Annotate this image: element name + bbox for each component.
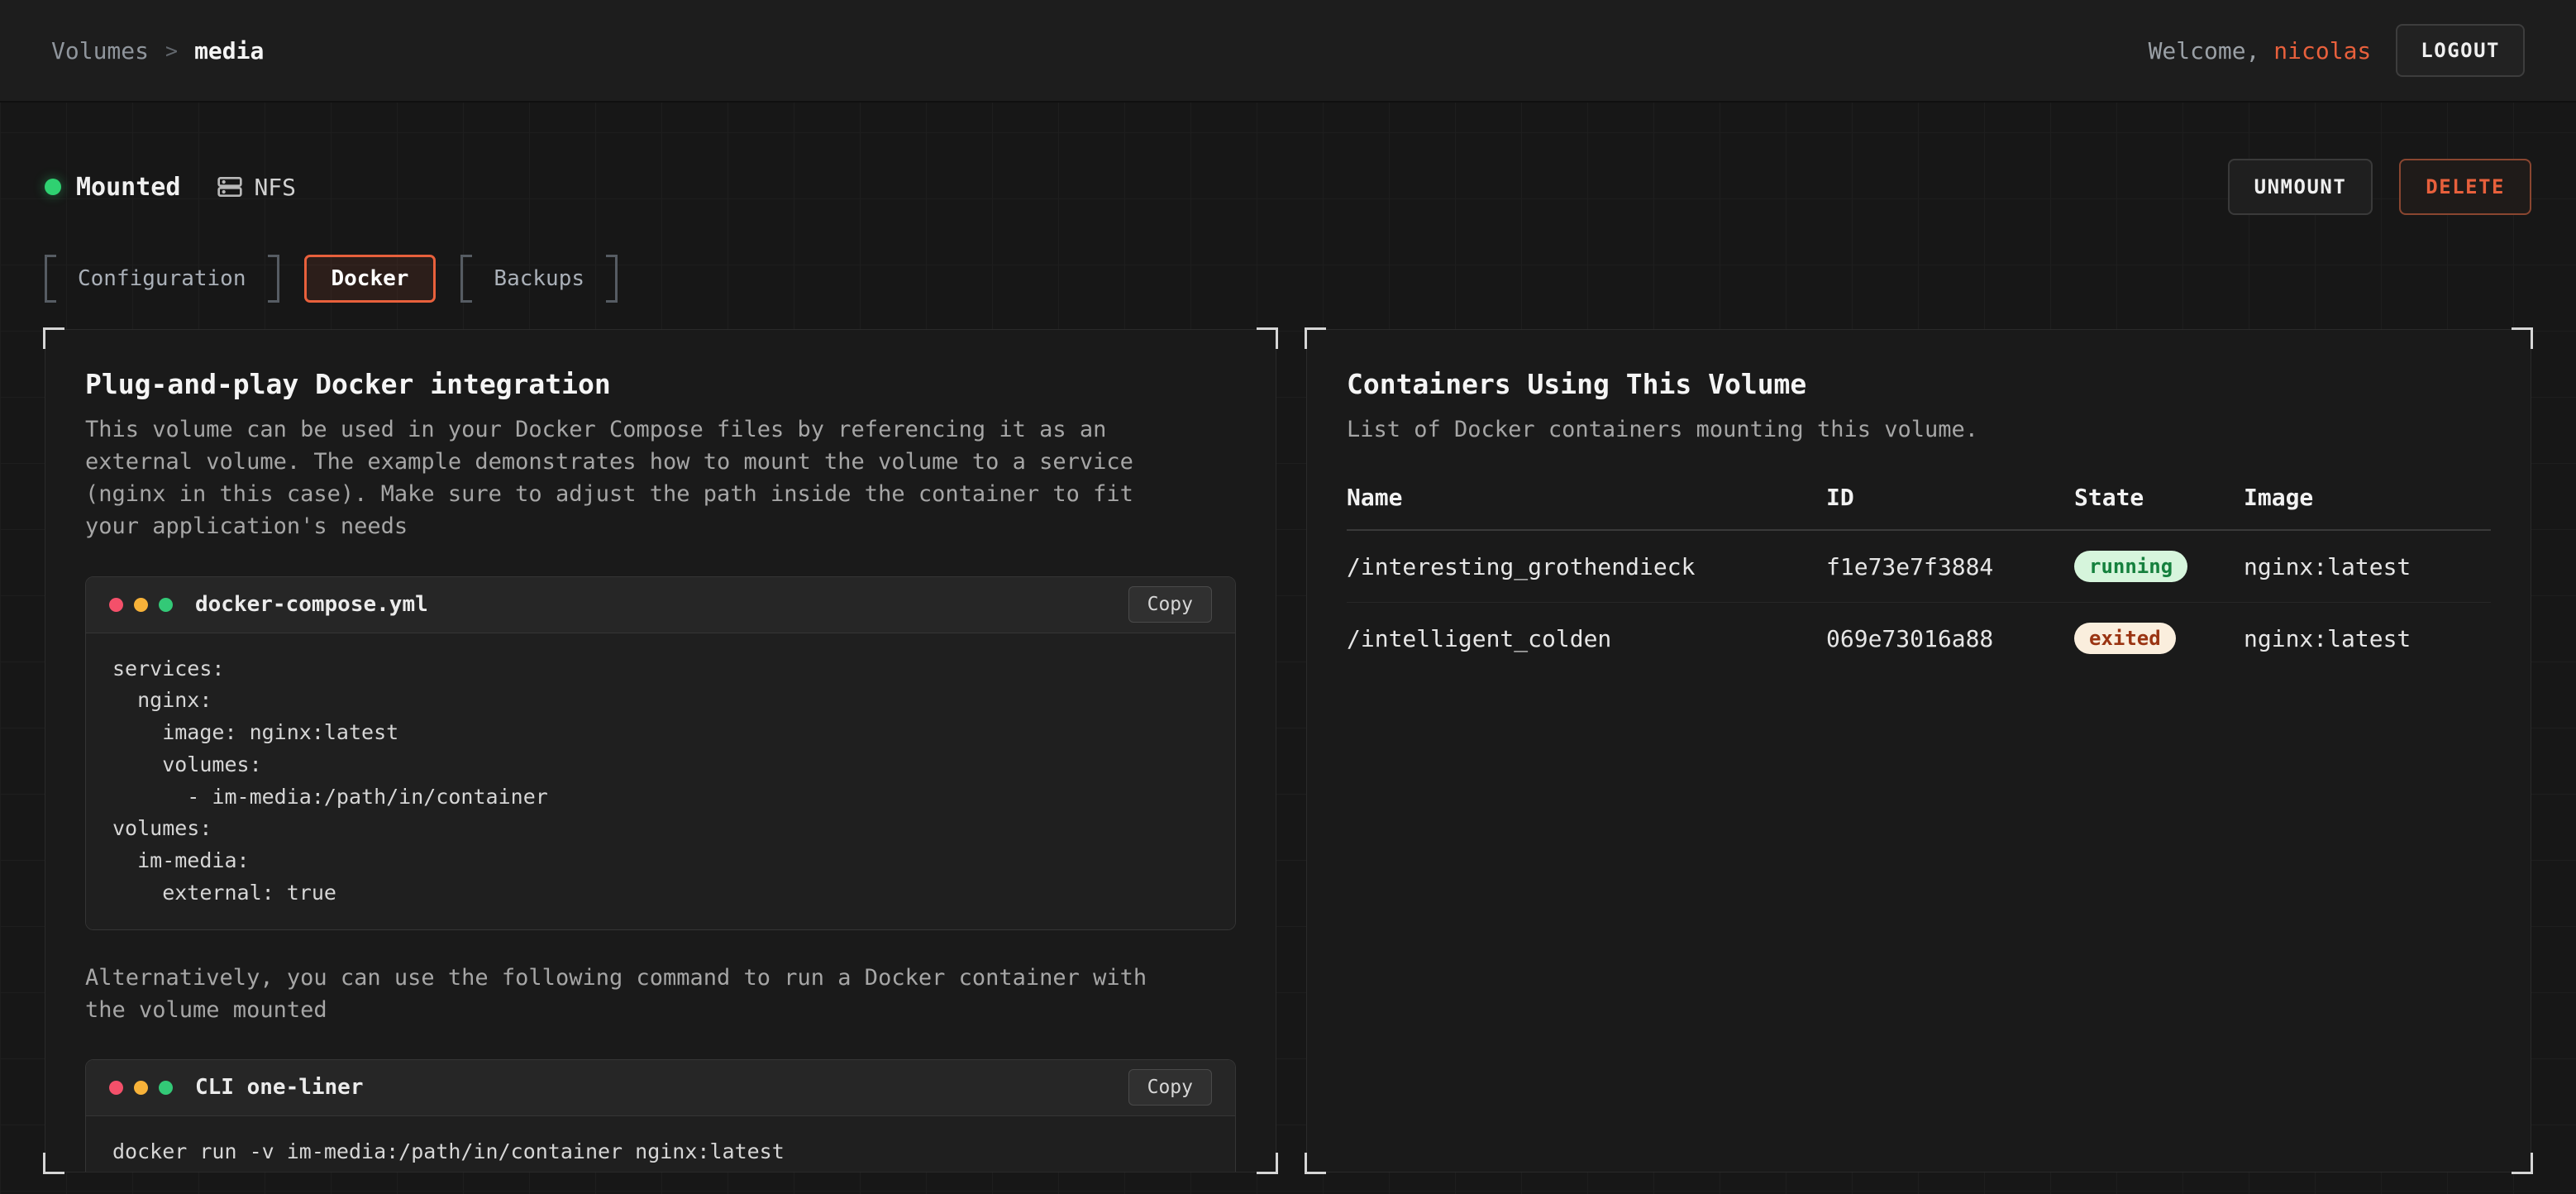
tab-label: Docker xyxy=(307,257,434,300)
mounted-label: Mounted xyxy=(76,173,180,202)
column-header-state: State xyxy=(2074,484,2244,511)
topbar: Volumes > media Welcome, nicolas LOGOUT xyxy=(0,0,2576,103)
breadcrumb: Volumes > media xyxy=(51,37,264,64)
window-dot-red-icon xyxy=(109,1081,123,1095)
container-state-cell: running xyxy=(2074,551,2244,582)
breadcrumb-volumes-link[interactable]: Volumes xyxy=(51,37,149,64)
code-block-title: docker-compose.yml xyxy=(195,592,428,617)
window-dot-yellow-icon xyxy=(134,598,148,612)
bracket-right-icon xyxy=(268,255,279,303)
compose-code-block: docker-compose.yml Copy services: nginx:… xyxy=(85,576,1236,930)
container-state-cell: exited xyxy=(2074,623,2244,654)
bracket-right-icon xyxy=(606,255,618,303)
bracket-left-icon xyxy=(45,255,56,303)
cli-code-block: CLI one-liner Copy docker run -v im-medi… xyxy=(85,1059,1236,1172)
bracket-left-icon xyxy=(460,255,472,303)
tab-docker[interactable]: Docker xyxy=(304,255,436,303)
docker-integration-panel: Plug-and-play Docker integration This vo… xyxy=(45,329,1276,1173)
panel-title: Plug-and-play Docker integration xyxy=(85,368,1236,400)
main-content: Mounted NFS UNMOUNT DELETE Configuration xyxy=(0,103,2576,1173)
username: nicolas xyxy=(2273,37,2371,64)
fs-label: NFS xyxy=(254,174,296,201)
unmount-button[interactable]: UNMOUNT xyxy=(2228,159,2373,215)
state-badge: exited xyxy=(2074,623,2176,654)
mounted-status-dot-icon xyxy=(45,179,61,195)
state-badge: running xyxy=(2074,551,2187,582)
cli-code: docker run -v im-media:/path/in/containe… xyxy=(86,1116,1235,1172)
filesystem-type: NFS xyxy=(217,174,296,201)
code-block-header: CLI one-liner Copy xyxy=(86,1060,1235,1116)
breadcrumb-separator-icon: > xyxy=(165,39,178,63)
tab-label: Configuration xyxy=(56,255,268,303)
panel-title: Containers Using This Volume xyxy=(1347,368,2491,400)
window-dot-green-icon xyxy=(159,1081,173,1095)
welcome-prefix: Welcome, xyxy=(2149,37,2260,64)
volume-detail-page: Volumes > media Welcome, nicolas LOGOUT … xyxy=(0,0,2576,1173)
table-row: /interesting_grothendieckf1e73e7f3884run… xyxy=(1347,531,2491,603)
breadcrumb-current: media xyxy=(194,37,264,64)
panels-row: Plug-and-play Docker integration This vo… xyxy=(45,329,2531,1173)
cli-intro-text: Alternatively, you can use the following… xyxy=(85,962,1168,1026)
container-name: /interesting_grothendieck xyxy=(1347,553,1826,580)
containers-subtitle: List of Docker containers mounting this … xyxy=(1347,413,2430,446)
tab-configuration[interactable]: Configuration xyxy=(45,255,279,303)
docker-description: This volume can be used in your Docker C… xyxy=(85,413,1168,543)
column-header-image: Image xyxy=(2244,484,2491,511)
tab-bar: Configuration Docker Backups xyxy=(45,255,2531,303)
volume-actions: UNMOUNT DELETE xyxy=(2228,159,2531,215)
containers-panel: Containers Using This Volume List of Doc… xyxy=(1306,329,2531,1173)
container-id: f1e73e7f3884 xyxy=(1826,553,2074,580)
table-header-row: Name ID State Image xyxy=(1347,484,2491,531)
delete-button[interactable]: DELETE xyxy=(2399,159,2531,215)
container-name: /intelligent_colden xyxy=(1347,625,1826,652)
container-id: 069e73016a88 xyxy=(1826,625,2074,652)
containers-table: Name ID State Image /interesting_grothen… xyxy=(1347,484,2491,674)
code-block-header: docker-compose.yml Copy xyxy=(86,577,1235,633)
topbar-right: Welcome, nicolas LOGOUT xyxy=(2149,24,2525,77)
container-image: nginx:latest xyxy=(2244,625,2491,652)
code-block-title: CLI one-liner xyxy=(195,1075,364,1100)
volume-status-row: Mounted NFS UNMOUNT DELETE xyxy=(45,159,2531,215)
window-dot-green-icon xyxy=(159,598,173,612)
container-image: nginx:latest xyxy=(2244,553,2491,580)
welcome-text: Welcome, nicolas xyxy=(2149,37,2372,64)
window-dot-yellow-icon xyxy=(134,1081,148,1095)
tab-backups[interactable]: Backups xyxy=(460,255,618,303)
copy-compose-button[interactable]: Copy xyxy=(1128,586,1212,623)
containers-table-body: /interesting_grothendieckf1e73e7f3884run… xyxy=(1347,531,2491,674)
column-header-name: Name xyxy=(1347,484,1826,511)
window-dot-red-icon xyxy=(109,598,123,612)
logout-button[interactable]: LOGOUT xyxy=(2396,24,2525,77)
tab-label: Backups xyxy=(472,255,606,303)
nfs-server-icon xyxy=(217,174,243,200)
copy-cli-button[interactable]: Copy xyxy=(1128,1069,1212,1106)
table-row: /intelligent_colden069e73016a88exited ngi… xyxy=(1347,603,2491,674)
compose-code: services: nginx: image: nginx:latest vol… xyxy=(86,633,1235,929)
column-header-id: ID xyxy=(1826,484,2074,511)
